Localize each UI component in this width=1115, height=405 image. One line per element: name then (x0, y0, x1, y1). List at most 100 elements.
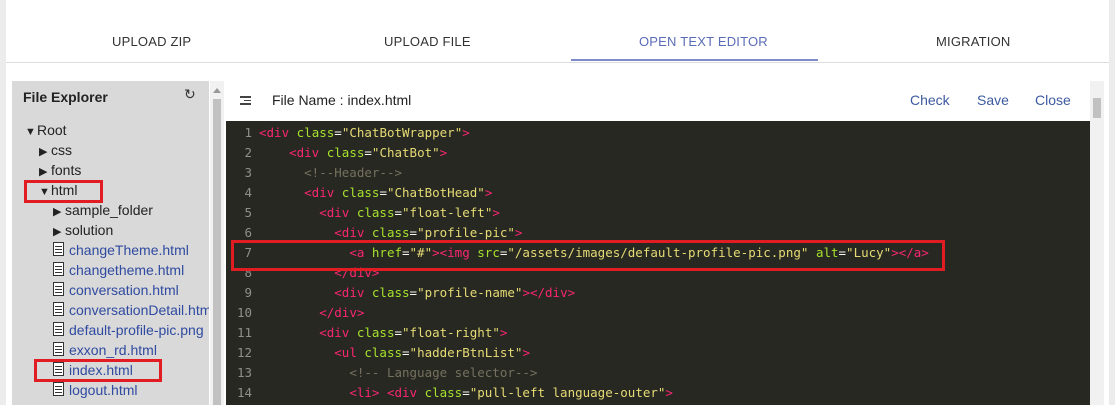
code-token: = (409, 285, 418, 300)
line-number: 14 (236, 385, 252, 400)
code-token: <li> <div (349, 385, 425, 400)
code-text: <div class="profile-name"></div> (259, 283, 575, 303)
file-icon (53, 342, 64, 356)
tab-migration[interactable]: MIGRATION (936, 34, 1011, 49)
folder-item[interactable]: ▶ css (39, 142, 72, 158)
tab-open-text-editor[interactable]: OPEN TEXT EDITOR (639, 34, 768, 49)
file-item[interactable]: default-profile-pic.png (53, 322, 204, 338)
code-token: > (462, 125, 470, 140)
folder-item[interactable]: ▶ solution (53, 222, 113, 238)
file-explorer-title: File Explorer (23, 89, 108, 105)
save-button[interactable]: Save (977, 92, 1009, 108)
code-token: > (522, 345, 530, 360)
caret-right-icon: ▶ (39, 166, 48, 178)
code-line[interactable]: 11 <div class="float-right"> (226, 323, 1090, 343)
check-button[interactable]: Check (910, 92, 950, 108)
code-text: <div class="ChatBotWrapper"> (259, 123, 470, 143)
code-token: > (492, 205, 500, 220)
explorer-scrollbar[interactable] (210, 81, 224, 405)
tree-item-label: default-profile-pic.png (69, 322, 204, 338)
line-number: 4 (244, 185, 252, 200)
tree-item-label: conversationDetail.htm (69, 302, 209, 318)
code-token: = (334, 125, 342, 140)
code-token: = (402, 345, 410, 360)
folder-item[interactable]: ▶ sample_folder (53, 202, 153, 218)
refresh-icon[interactable]: ↻ (184, 86, 196, 103)
code-line[interactable]: 10 </div> (226, 303, 1090, 323)
tree-item-label: solution (65, 222, 114, 238)
tab-upload-zip[interactable]: UPLOAD ZIP (112, 34, 191, 49)
close-button[interactable]: Close (1035, 92, 1071, 108)
scroll-up-arrow-icon[interactable] (213, 88, 221, 93)
editor-scrollbar[interactable] (1090, 81, 1104, 405)
code-token: = (394, 325, 403, 340)
code-token: "ChatBotHead" (386, 185, 485, 200)
explorer-scrollbar-thumb[interactable] (213, 99, 221, 405)
tree-item-label: conversation.html (69, 282, 179, 298)
tree-item-label: exxon_rd.html (69, 342, 157, 358)
indent-icon[interactable] (240, 96, 251, 105)
file-item[interactable]: exxon_rd.html (53, 342, 157, 358)
code-line[interactable]: 2 <div class="ChatBot"> (226, 143, 1090, 163)
code-token: "float-right" (402, 325, 500, 340)
caret-right-icon: ▶ (53, 226, 62, 238)
code-token: class (371, 285, 410, 300)
code-line[interactable]: 14 <li> <div class="pull-left language-o… (226, 383, 1090, 403)
code-token: class (326, 145, 365, 160)
line-number: 10 (236, 305, 252, 320)
file-item[interactable]: conversationDetail.htm (53, 302, 209, 318)
code-token: = (394, 205, 403, 220)
code-token: "hadderBtnList" (409, 345, 523, 360)
code-text: <ul class="hadderBtnList"> (259, 343, 530, 363)
highlight-box-line-7 (231, 240, 945, 271)
code-token: > (439, 145, 448, 160)
code-line[interactable]: 3 <!--Header--> (226, 163, 1090, 183)
code-token: class (356, 325, 395, 340)
file-name-label: File Name : index.html (272, 92, 412, 108)
highlight-box-index-file (34, 359, 162, 382)
file-item[interactable]: changetheme.html (53, 262, 184, 278)
code-text: </div> (259, 303, 364, 323)
code-token: ></div> (522, 285, 576, 300)
code-line[interactable]: 1 <div class="ChatBotWrapper"> (226, 123, 1090, 143)
line-number: 9 (244, 285, 252, 300)
code-line[interactable]: 5 <div class="float-left"> (226, 203, 1090, 223)
file-icon (53, 382, 64, 396)
folder-item[interactable]: ▼Root (25, 122, 67, 138)
tab-upload-file[interactable]: UPLOAD FILE (384, 34, 471, 49)
code-token: <div (319, 205, 357, 220)
code-token: <div (289, 145, 327, 160)
code-line[interactable]: 12 <ul class="hadderBtnList"> (226, 343, 1090, 363)
caret-right-icon: ▶ (53, 206, 62, 218)
editor-scrollbar-thumb[interactable] (1093, 98, 1101, 118)
code-token: class (296, 125, 335, 140)
tree-item-label: logout.html (69, 382, 138, 398)
code-token: > (665, 385, 673, 400)
code-token: <ul (334, 345, 365, 360)
file-item[interactable]: changeTheme.html (53, 242, 189, 258)
file-icon (53, 322, 64, 336)
code-line[interactable]: 4 <div class="ChatBotHead"> (226, 183, 1090, 203)
code-token: <!-- Language selector--> (349, 365, 538, 380)
file-item[interactable]: logout.html (53, 382, 137, 398)
folder-item[interactable]: ▶ fonts (39, 162, 81, 178)
code-token: <div (334, 225, 372, 240)
code-text: <li> <div class="pull-left language-oute… (259, 383, 673, 403)
file-icon (53, 262, 64, 276)
code-token: "pull-left language-outer" (469, 385, 666, 400)
tab-bar: UPLOAD ZIP UPLOAD FILE OPEN TEXT EDITOR … (6, 0, 1109, 63)
active-tab-indicator (571, 59, 818, 61)
line-number: 13 (236, 365, 252, 380)
code-line[interactable]: 9 <div class="profile-name"></div> (226, 283, 1090, 303)
code-token: class (424, 385, 463, 400)
file-item[interactable]: conversation.html (53, 282, 179, 298)
code-line[interactable]: 13 <!-- Language selector--> (226, 363, 1090, 383)
